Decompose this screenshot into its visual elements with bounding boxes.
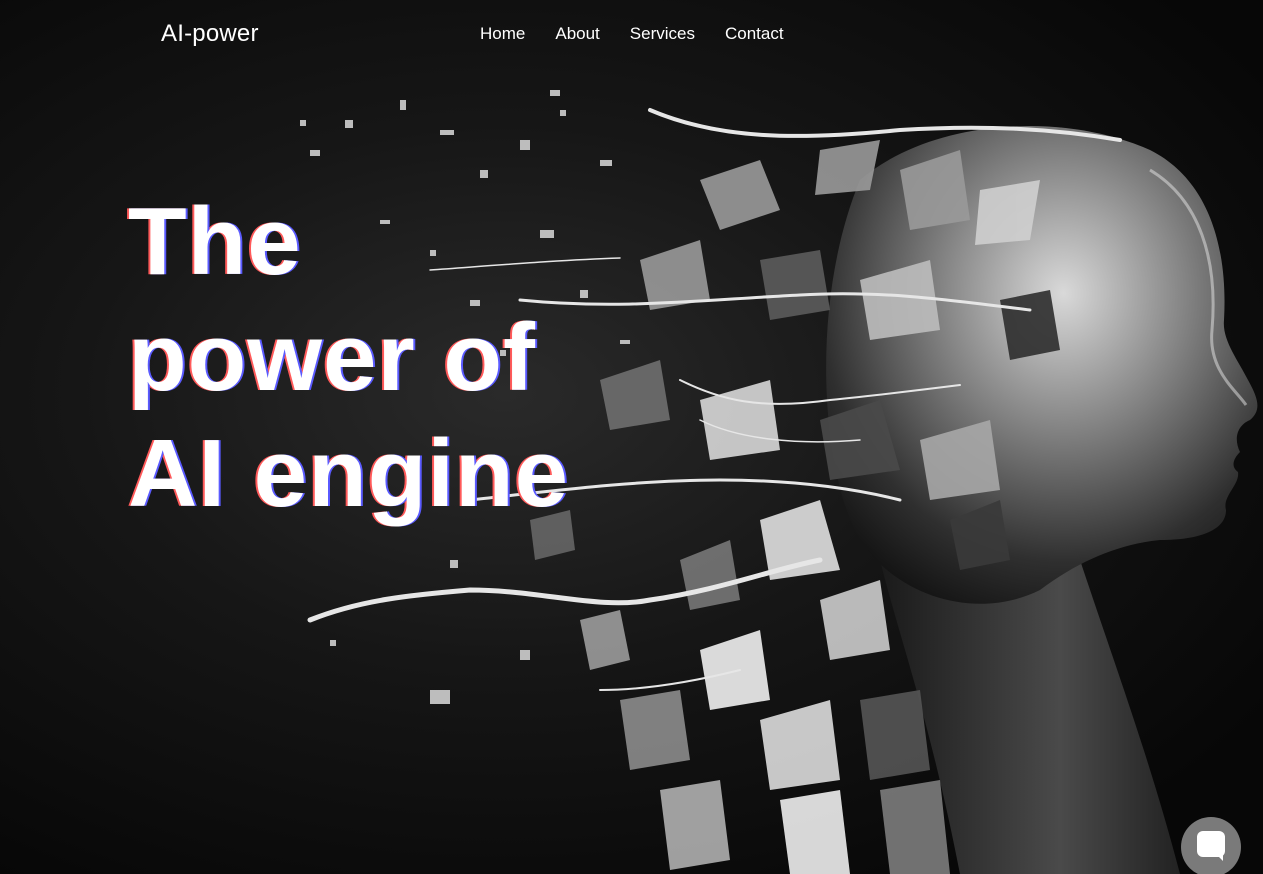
chat-bubble-icon bbox=[1197, 831, 1225, 861]
headline-line: power of bbox=[128, 304, 536, 411]
main-nav: Home About Services Contact bbox=[480, 24, 784, 44]
nav-services-link[interactable]: Services bbox=[630, 24, 695, 44]
hero-headline: The power of AI engine bbox=[128, 184, 648, 532]
nav-home-link[interactable]: Home bbox=[480, 24, 525, 44]
site-logo[interactable]: AI-power bbox=[161, 20, 259, 48]
chat-widget-button[interactable] bbox=[1181, 817, 1241, 874]
nav-contact-link[interactable]: Contact bbox=[725, 24, 784, 44]
nav-about-link[interactable]: About bbox=[555, 24, 599, 44]
headline-line: The bbox=[128, 188, 302, 295]
page: AI-power Home About Services Contact The… bbox=[0, 0, 1263, 874]
headline-line: AI engine bbox=[128, 420, 570, 527]
